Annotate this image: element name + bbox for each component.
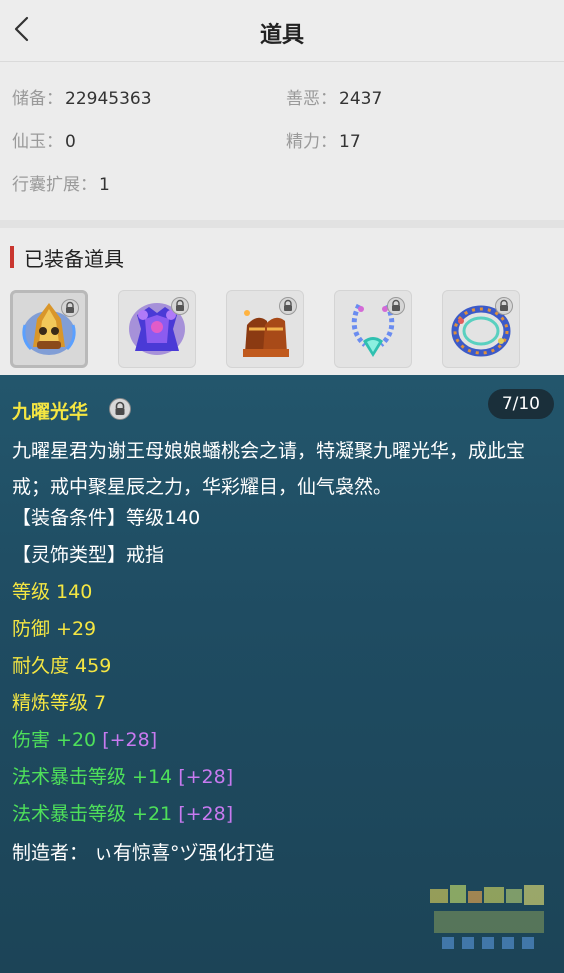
karma-label: 善恶： [286, 89, 337, 109]
savings-label: 储备： [12, 89, 63, 109]
savings-value: 22945363 [65, 89, 152, 109]
bag-expansion-stat: 行囊扩展： 1 [12, 170, 110, 195]
section-accent-bar [10, 246, 14, 268]
item-page: 道具 储备： 22945363 善恶： 2437 仙玉： 0 精力： 17 行囊扩展： 1… [0, 0, 564, 973]
damage-bonus: [+28] [102, 729, 158, 751]
jade-stat: 仙玉： 0 [12, 127, 76, 152]
lock-icon [279, 297, 297, 315]
damage-stat: 伤害 +20 [+28] [12, 725, 157, 752]
savings-stat: 储备： 22945363 [12, 84, 152, 109]
jade-label: 仙玉： [12, 132, 63, 152]
spell-crit-stat-2: 法术暴击等级 +21 [+28] [12, 799, 233, 826]
energy-value: 17 [339, 132, 361, 152]
equipped-slot-boots[interactable] [226, 290, 304, 368]
lock-icon [387, 297, 405, 315]
equip-requirement: 【装备条件】等级140 [12, 507, 201, 529]
stats-panel: 储备： 22945363 善恶： 2437 仙玉： 0 精力： 17 行囊扩展： 1 [0, 62, 564, 220]
karma-value: 2437 [339, 89, 383, 109]
energy-label: 精力： [286, 132, 337, 152]
equipped-items-section: 已装备道具 [0, 228, 564, 375]
section-title: 已装备道具 [24, 247, 124, 271]
item-description: 九曜星君为谢王母娘娘蟠桃会之请，特凝聚九曜光华，成此宝戒；戒中聚星辰之力，华彩耀… [12, 440, 526, 498]
lock-icon [171, 297, 189, 315]
equipped-slot-necklace[interactable] [334, 290, 412, 368]
spell-crit-stat-1: 法术暴击等级 +14 [+28] [12, 762, 233, 789]
energy-stat: 精力： 17 [286, 127, 361, 152]
karma-stat: 善恶： 2437 [286, 84, 382, 109]
accessory-type: 【灵饰类型】戒指 [12, 544, 165, 566]
damage-base: 伤害 +20 [12, 729, 97, 751]
item-detail-panel: 九曜光华 7/10 九曜星君为谢王母娘娘蟠桃会之请，特凝聚九曜光华，成此宝戒；戒… [0, 375, 564, 973]
spell-crit-bonus-1: [+28] [178, 766, 234, 788]
equipped-slot-armor[interactable] [118, 290, 196, 368]
lock-icon [61, 299, 79, 317]
equipped-slot-ring[interactable] [442, 290, 520, 368]
spell-crit-base-2: 法术暴击等级 +21 [12, 803, 173, 825]
page-title: 道具 [259, 23, 304, 48]
blurred-watermark-logo [430, 885, 544, 949]
lock-icon [495, 297, 513, 315]
maker-info: 制造者： ぃ有惊喜°ヅ强化打造 [12, 842, 275, 864]
item-level: 等级 140 [12, 581, 93, 603]
bag-expansion-value: 1 [99, 175, 110, 195]
item-name: 九曜光华 [12, 401, 89, 423]
bag-expansion-label: 行囊扩展： [12, 175, 97, 195]
item-durability: 耐久度 459 [12, 655, 112, 677]
item-refine-level: 精炼等级 7 [12, 692, 107, 714]
navigation-bar: 道具 [0, 0, 564, 62]
item-defense: 防御 +29 [12, 618, 97, 640]
spell-crit-base-1: 法术暴击等级 +14 [12, 766, 173, 788]
section-divider [0, 220, 564, 228]
spell-crit-bonus-2: [+28] [178, 803, 234, 825]
jade-value: 0 [65, 132, 76, 152]
equipped-slot-helmet[interactable] [10, 290, 88, 368]
page-indicator: 7/10 [487, 389, 554, 419]
lock-icon [109, 398, 131, 420]
